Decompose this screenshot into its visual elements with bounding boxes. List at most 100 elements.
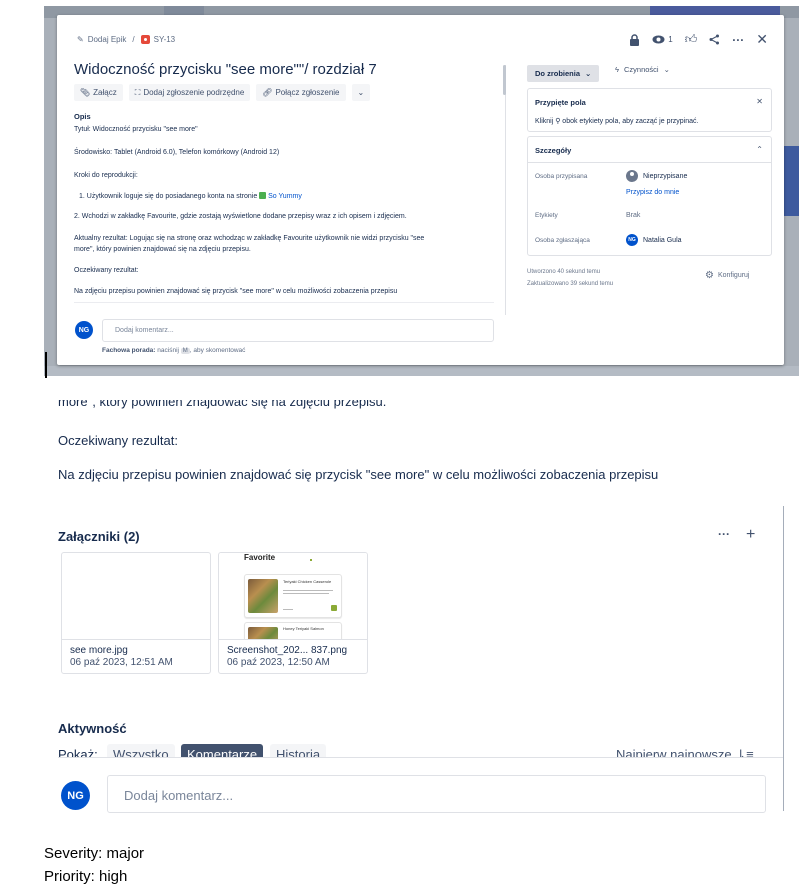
activity-heading: Aktywność (58, 721, 127, 736)
activity-separator (58, 757, 783, 758)
desc-partial-line: more", który powinien znajdować się na z… (58, 400, 386, 411)
thumb-recipe-card: Honey Teriyaki Salmon (244, 622, 342, 639)
scrollbar-thumb[interactable] (503, 65, 506, 95)
tab-all[interactable]: Wszystko (107, 744, 175, 758)
so-yummy-link[interactable]: So Yummy (268, 193, 302, 200)
actions-label: Czynności (623, 65, 659, 74)
attach-button[interactable]: 📎︎ Załącz (74, 84, 123, 101)
pencil-icon: ✎ (77, 35, 84, 44)
updated-timestamp: Zaktualizowano 39 sekund temu (527, 281, 614, 287)
assignee-value: Nieprzypisane (643, 172, 688, 180)
thumb-line (283, 590, 333, 591)
add-child-button[interactable]: ⛶ Dodaj zgłoszenie podrzędne (128, 84, 251, 101)
pinned-fields-panel: Przypięte pola ✕ Kliknij ⚲ obok etykiety… (527, 88, 772, 132)
modal-divider (505, 65, 506, 315)
description-heading: Opis (74, 112, 91, 121)
toolbar-more-button[interactable]: ⌄ (351, 84, 371, 101)
eye-icon (652, 35, 665, 44)
close-icon[interactable]: ✕ (756, 97, 763, 106)
text-cursor (45, 352, 47, 378)
thumb-divider (219, 639, 367, 640)
add-epic-link[interactable]: Dodaj Epik (88, 35, 127, 44)
issue-title[interactable]: Widoczność przycisku "see more""/ rozdzi… (74, 61, 377, 78)
reporter-value: Natalia Gula (643, 236, 682, 244)
tab-history[interactable]: Historia (270, 744, 327, 758)
desc-expected: Na zdjęciu przepisu powinien znajdować s… (74, 288, 398, 295)
desc-title-line: Tytuł: Widoczność przycisku "see more" (74, 126, 198, 133)
thumbs-up-icon[interactable]: 👍︎ (685, 32, 698, 47)
desc-actual-1: Aktualny rezultat: Logując się na stronę… (74, 235, 425, 242)
configure-label: Konfiguruj (717, 272, 750, 279)
link-icon: 🔗︎ (262, 88, 273, 97)
pinned-title: Przypięte pola (535, 98, 586, 107)
tip-text: naciśnij (157, 347, 179, 354)
backdrop-panel (782, 146, 799, 216)
configure-button[interactable]: ⚙ Konfiguruj (705, 270, 750, 281)
share-icon[interactable] (709, 34, 720, 45)
issue-key-link[interactable]: SY-13 (154, 35, 176, 44)
status-dropdown[interactable]: Do zrobienia ⌄ (527, 65, 600, 82)
unassigned-avatar-icon (626, 170, 638, 182)
more-icon[interactable]: ··· (732, 33, 744, 47)
modal-actions: 1 👍︎ ··· ✕ (629, 31, 768, 48)
thumb-line (283, 593, 329, 594)
reporter-field[interactable]: NG Natalia Gula (626, 234, 682, 246)
attachments-heading: Załączniki (2) (58, 529, 140, 544)
link-issue-button[interactable]: 🔗︎ Połącz zgłoszenie (256, 84, 346, 101)
tab-comments[interactable]: Komentarze (181, 744, 264, 758)
watchers-count: 1 (668, 35, 673, 44)
assignee-field[interactable]: Nieprzypisane (626, 170, 687, 182)
assign-to-me-link[interactable]: Przypisz do mnie (626, 189, 679, 196)
lock-icon[interactable] (629, 33, 640, 46)
attachment-thumbnail: Favorite Teriyaki Chicken Casserole Hone… (220, 553, 367, 639)
attachment-date: 06 paź 2023, 12:51 AM (70, 657, 173, 668)
link-issue-label: Połącz zgłoszenie (275, 88, 340, 97)
food-image (248, 627, 278, 639)
thumb-dot (310, 559, 312, 561)
attachment-card[interactable]: Favorite Teriyaki Chicken Casserole Hone… (218, 552, 368, 674)
details-panel: Szczegóły ⌃ Osoba przypisana Nieprzypisa… (527, 136, 772, 256)
comment-input[interactable]: Dodaj komentarz... (102, 319, 494, 342)
comment-tip: Fachowa porada: naciśnij M, aby skomento… (102, 347, 245, 354)
more-icon[interactable]: ··· (718, 526, 730, 544)
thumb-recipe-title: Teriyaki Chicken Casserole (283, 579, 332, 584)
breadcrumb-separator: / (132, 35, 135, 44)
tip-key: M (180, 348, 190, 354)
thumb-recipe-title: Honey Teriyaki Salmon (283, 626, 324, 631)
attach-label: Załącz (93, 88, 117, 97)
close-icon[interactable]: ✕ (756, 31, 768, 48)
issue-modal: ✎ Dodaj Epik / SY-13 1 👍︎ ··· ✕ Widoczno… (57, 15, 784, 365)
labels-value[interactable]: Brak (626, 212, 640, 219)
chevron-up-icon[interactable]: ⌃ (756, 145, 763, 154)
desc-step1: 1. Użytkownik loguje się do posiadanego … (79, 192, 302, 201)
actions-dropdown[interactable]: ϟ Czynności ⌄ (615, 65, 670, 74)
bug-icon (140, 35, 150, 44)
thumb-divider (62, 639, 210, 640)
food-image (248, 579, 278, 613)
comment-separator (74, 302, 494, 303)
severity-text: Severity: major (44, 845, 145, 862)
hierarchy-icon: ⛶ (134, 87, 141, 97)
gear-icon: ⚙ (705, 270, 714, 281)
issue-toolbar: 📎︎ Załącz ⛶ Dodaj zgłoszenie podrzędne 🔗︎ P… (74, 84, 371, 101)
backdrop-bottom (44, 366, 799, 376)
thumb-title: Favorite (244, 553, 276, 562)
so-yummy-logo-icon (259, 192, 267, 199)
attachment-card[interactable]: see more.jpg 06 paź 2023, 12:51 AM (61, 552, 211, 674)
status-label: Do zrobienia (535, 69, 581, 78)
desc-expected-heading: Oczekiwany rezultat: (74, 267, 139, 274)
desc-step1-text: 1. Użytkownik loguje się do posiadanego … (79, 193, 258, 200)
watch-button[interactable]: 1 (652, 35, 673, 44)
attachment-name: Screenshot_202... 837.png (227, 645, 348, 656)
comment-input[interactable]: Dodaj komentarz... (107, 775, 766, 813)
created-timestamp: Utworzono 40 sekund temu (527, 269, 601, 275)
priority-text: Priority: high (44, 868, 128, 885)
lightning-icon: ϟ (615, 65, 619, 74)
desc-env-line: Środowisko: Tablet (Android 6.0), Telefo… (74, 149, 280, 156)
tip-end: , aby skomentować (189, 347, 246, 354)
add-attachment-icon[interactable]: + (746, 526, 755, 544)
chevron-down-icon: ⌄ (585, 69, 592, 78)
attachment-date: 06 paź 2023, 12:50 AM (227, 657, 330, 668)
thumb-recipe-card: Teriyaki Chicken Casserole (244, 574, 342, 618)
desc-steps-heading: Kroki do reprodukcji: (74, 172, 138, 179)
